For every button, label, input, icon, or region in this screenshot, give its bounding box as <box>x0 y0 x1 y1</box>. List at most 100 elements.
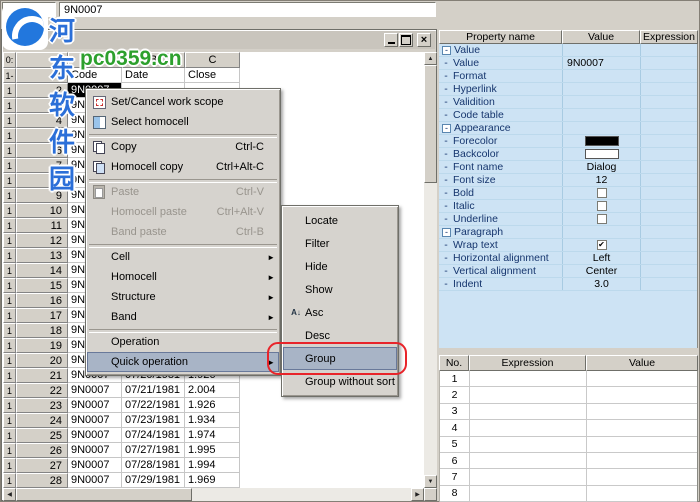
submenu-item-show[interactable]: Show <box>283 278 397 301</box>
property-value[interactable] <box>562 109 640 121</box>
scroll-left-arrow-icon[interactable]: ◀ <box>3 488 16 501</box>
horizontal-scrollbar-thumb[interactable] <box>16 488 192 501</box>
band-cell[interactable]: 1 <box>3 383 16 398</box>
property-expression[interactable] <box>640 187 697 199</box>
column-header-c[interactable]: C <box>185 52 240 68</box>
menu-item-set-cancel-work-scope[interactable]: Set/Cancel work scope <box>87 92 279 112</box>
formula-input[interactable]: 9N0007 <box>59 2 436 17</box>
property-value[interactable]: Center <box>562 265 640 277</box>
property-value[interactable]: 12 <box>562 174 640 186</box>
checkbox-checked[interactable]: ✔ <box>597 240 607 250</box>
property-expression[interactable] <box>640 174 697 186</box>
submenu-item-group[interactable]: Group <box>283 347 397 370</box>
expression-value-cell[interactable] <box>587 453 697 468</box>
band-cell[interactable]: 1 <box>3 473 16 488</box>
cell-close[interactable]: 2.004 <box>185 383 240 398</box>
row-number[interactable]: 28 <box>16 473 68 488</box>
row-number[interactable]: 5 <box>16 128 68 143</box>
submenu-item-filter[interactable]: Filter <box>283 232 397 255</box>
menu-item-homocell-paste[interactable]: Homocell pasteCtrl+Alt-V <box>87 202 279 222</box>
menu-item-band-paste[interactable]: Band pasteCtrl-B <box>87 222 279 242</box>
cell-code[interactable]: 9N0007 <box>68 473 122 488</box>
row-number[interactable]: 24 <box>16 413 68 428</box>
band-cell[interactable]: 1 <box>3 443 16 458</box>
property-expression[interactable] <box>640 252 697 264</box>
band-cell[interactable]: 1 <box>3 203 16 218</box>
band-cell[interactable]: 1 <box>3 293 16 308</box>
column-header-b[interactable]: B <box>122 52 185 68</box>
document-title-bar[interactable]: 1.gex <box>3 31 435 49</box>
property-value[interactable]: ✔ <box>562 239 640 251</box>
cell-code[interactable]: 9N0007 <box>68 458 122 473</box>
property-expression[interactable] <box>640 278 697 290</box>
collapse-toggle-icon[interactable]: - <box>442 124 451 133</box>
property-expression[interactable] <box>640 109 697 121</box>
row-number[interactable]: 19 <box>16 338 68 353</box>
cell-date[interactable]: 07/22/1981 <box>122 398 185 413</box>
band-cell[interactable]: 1 <box>3 218 16 233</box>
row-number[interactable]: 20 <box>16 353 68 368</box>
property-expression[interactable] <box>640 200 697 212</box>
row-number[interactable]: 7 <box>16 158 68 173</box>
row-number[interactable]: 3 <box>16 98 68 113</box>
submenu-item-hide[interactable]: Hide <box>283 255 397 278</box>
expression-cell[interactable] <box>470 371 587 386</box>
property-value[interactable]: 3.0 <box>562 278 640 290</box>
vertical-scrollbar-thumb[interactable] <box>424 65 437 183</box>
band-cell[interactable]: 1 <box>3 413 16 428</box>
band-cell[interactable]: 1 <box>3 113 16 128</box>
band-cell[interactable]: 1 <box>3 98 16 113</box>
menu-item-select-homocell[interactable]: Select homocell <box>87 112 279 132</box>
expression-value-cell[interactable] <box>587 371 697 386</box>
close-button[interactable]: × <box>417 33 431 47</box>
cell-close[interactable]: 1.974 <box>185 428 240 443</box>
band-cell[interactable]: 1 <box>3 263 16 278</box>
submenu-item-asc[interactable]: Asc <box>283 301 397 324</box>
cell-date[interactable]: 07/24/1981 <box>122 428 185 443</box>
band-cell[interactable]: 1 <box>3 398 16 413</box>
menu-item-structure[interactable]: Structure► <box>87 287 279 307</box>
row-number[interactable]: 25 <box>16 428 68 443</box>
property-expression[interactable] <box>640 135 697 147</box>
cell-date[interactable]: 07/29/1981 <box>122 473 185 488</box>
row-number[interactable]: 21 <box>16 368 68 383</box>
expression-cell[interactable] <box>470 469 587 484</box>
scroll-right-arrow-icon[interactable]: ▶ <box>411 488 424 501</box>
cell-code[interactable]: 9N0007 <box>68 398 122 413</box>
band-cell[interactable]: 1 <box>3 83 16 98</box>
submenu-item-desc[interactable]: Desc <box>283 324 397 347</box>
row-number[interactable]: 2 <box>16 83 68 98</box>
collapse-toggle-icon[interactable]: - <box>442 228 451 237</box>
color-swatch[interactable] <box>585 149 619 159</box>
cell-close[interactable]: 1.995 <box>185 443 240 458</box>
band-cell[interactable]: 1 <box>3 128 16 143</box>
row-number[interactable]: 10 <box>16 203 68 218</box>
expression-value-cell[interactable] <box>587 387 697 402</box>
cell-close[interactable]: 1.994 <box>185 458 240 473</box>
cell-close[interactable]: 1.969 <box>185 473 240 488</box>
row-number[interactable]: 9 <box>16 188 68 203</box>
cell-close[interactable]: 1.926 <box>185 398 240 413</box>
band-cell[interactable]: 1 <box>3 188 16 203</box>
row-number[interactable]: 11 <box>16 218 68 233</box>
expression-cell[interactable] <box>470 420 587 435</box>
color-swatch[interactable] <box>585 136 619 146</box>
expression-cell[interactable] <box>470 387 587 402</box>
property-value[interactable] <box>562 187 640 199</box>
menu-item-homocell-copy[interactable]: Homocell copyCtrl+Alt-C <box>87 157 279 177</box>
band-cell[interactable]: 1- <box>3 68 16 83</box>
property-expression[interactable] <box>640 57 697 69</box>
expression-cell[interactable] <box>470 486 587 501</box>
cell-date[interactable]: 07/27/1981 <box>122 443 185 458</box>
row-number[interactable]: 14 <box>16 263 68 278</box>
property-value[interactable] <box>562 148 640 160</box>
expression-cell[interactable] <box>470 437 587 452</box>
row-number[interactable]: 22 <box>16 383 68 398</box>
property-expression[interactable] <box>640 161 697 173</box>
property-value[interactable] <box>562 213 640 225</box>
menu-item-paste[interactable]: PasteCtrl-V <box>87 182 279 202</box>
property-value[interactable] <box>562 70 640 82</box>
property-value[interactable] <box>562 96 640 108</box>
cell-code[interactable]: Code <box>68 68 122 83</box>
property-value[interactable] <box>562 135 640 147</box>
